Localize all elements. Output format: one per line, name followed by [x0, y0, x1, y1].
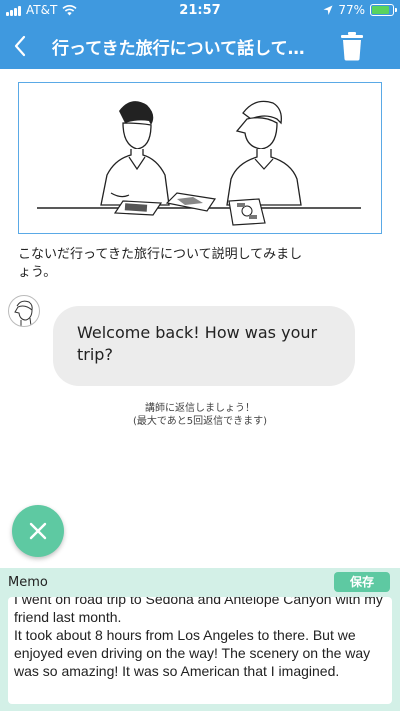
memo-label: Memo	[8, 575, 48, 590]
memo-panel: Memo 保存 I went on road trip to Sedona an…	[0, 568, 400, 711]
teacher-avatar	[8, 295, 40, 327]
nav-bar: 行ってきた旅行について話して…	[0, 22, 400, 69]
teacher-avatar-icon	[14, 300, 33, 326]
battery-percent: 77%	[338, 3, 365, 17]
back-button[interactable]	[4, 30, 36, 62]
delete-button[interactable]	[338, 31, 366, 61]
status-bar: AT&T 21:57 77%	[0, 0, 400, 22]
memo-content[interactable]: I went on road trip to Sedona and Antelo…	[14, 597, 386, 680]
reply-instruction: 講師に返信しましょう！ (最大であと5回返信できます)	[0, 402, 400, 428]
remaining-replies: (最大であと5回返信できます)	[132, 416, 268, 427]
battery-icon	[370, 4, 397, 16]
back-chevron-icon	[14, 35, 26, 57]
page-title: 行ってきた旅行について話して…	[52, 39, 305, 59]
lesson-instruction: こないだ行ってきた旅行について説明してみましょう。	[18, 247, 303, 280]
app-header: AT&T 21:57 77% 行ってきた旅行について話して…	[0, 0, 400, 69]
trash-icon	[341, 32, 363, 61]
reply-prompt: 講師に返信しましょう！	[145, 403, 255, 414]
location-icon	[323, 5, 333, 15]
close-icon	[29, 522, 47, 540]
memo-textarea[interactable]: I went on road trip to Sedona and Antelo…	[8, 597, 392, 704]
save-button[interactable]: 保存	[334, 572, 390, 592]
teacher-message-bubble: Welcome back! How was your trip?	[53, 306, 355, 386]
lesson-illustration	[18, 82, 382, 234]
two-people-talking-illustration	[37, 100, 361, 226]
close-button[interactable]	[12, 505, 64, 557]
